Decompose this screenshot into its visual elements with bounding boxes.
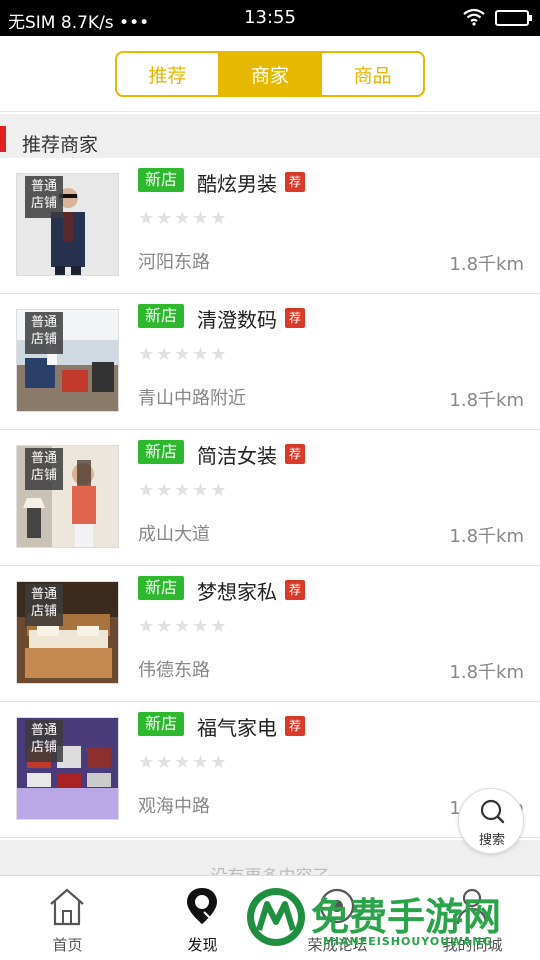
shop-address: 成山大道 [138, 524, 210, 545]
search-icon [479, 798, 505, 830]
shop-name: 简洁女装 [197, 444, 277, 468]
shop-type-badge: 普通店铺 [25, 176, 63, 218]
shop-name: 酷炫男装 [197, 172, 277, 196]
tab-recommend[interactable]: 推荐 [117, 53, 218, 95]
watermark: 免费手游网 MIANFEISHOUYOUWANG [245, 880, 540, 960]
new-shop-tag: 新店 [138, 168, 185, 192]
recommended-tag: 荐 [285, 580, 305, 600]
recommended-tag: 荐 [285, 308, 305, 328]
shop-address: 伟德东路 [138, 660, 210, 681]
shop-address: 河阳东路 [138, 252, 210, 273]
new-shop-tag: 新店 [138, 304, 185, 328]
watermark-title: 免费手游网 [311, 894, 502, 939]
rating-stars: ★★★★★ [138, 616, 229, 637]
search-button[interactable]: 搜索 [458, 788, 524, 854]
shop-list-item[interactable]: 普通店铺 新店 酷炫男装 荐 ★★★★★ 河阳东路 1.8千km [0, 158, 540, 294]
wifi-icon [462, 8, 486, 31]
shop-thumbnail: 普通店铺 [16, 581, 119, 684]
section-accent-bar [0, 126, 6, 152]
shop-name: 福气家电 [197, 716, 277, 740]
section-title: 推荐商家 [22, 134, 99, 156]
shop-distance: 1.8千km [449, 254, 524, 275]
segmented-control: 推荐 商家 商品 [115, 51, 425, 97]
shop-address: 青山中路附近 [138, 388, 246, 409]
section-header: 推荐商家 [0, 114, 540, 158]
shop-list-item[interactable]: 普通店铺 新店 简洁女装 荐 ★★★★★ 成山大道 1.8千km [0, 430, 540, 566]
recommended-tag: 荐 [285, 716, 305, 736]
tab-label: 首页 [52, 936, 83, 954]
shop-thumbnail: 普通店铺 [16, 717, 119, 820]
search-button-label: 搜索 [478, 833, 505, 848]
shop-name: 清澄数码 [197, 308, 277, 332]
tab-merchants[interactable]: 商家 [217, 53, 321, 95]
shop-thumbnail: 普通店铺 [16, 173, 119, 276]
new-shop-tag: 新店 [138, 576, 185, 600]
rating-stars: ★★★★★ [138, 480, 229, 501]
shop-distance: 1.8千km [449, 662, 524, 683]
shop-thumbnail: 普通店铺 [16, 445, 119, 548]
rating-stars: ★★★★★ [138, 344, 229, 365]
status-time: 13:55 [244, 7, 296, 28]
recommended-tag: 荐 [285, 172, 305, 192]
rating-stars: ★★★★★ [138, 752, 229, 773]
status-bar: 无SIM 8.7K/s ••• 13:55 [0, 0, 540, 36]
location-pin-icon [182, 884, 222, 932]
watermark-url: MIANFEISHOUYOUWANG [323, 935, 493, 948]
shop-distance: 1.8千km [449, 526, 524, 547]
watermark-logo-icon [245, 886, 307, 952]
shop-thumbnail: 普通店铺 [16, 309, 119, 412]
shop-list-item[interactable]: 普通店铺 新店 梦想家私 荐 ★★★★★ 伟德东路 1.8千km [0, 566, 540, 702]
rating-stars: ★★★★★ [138, 208, 229, 229]
new-shop-tag: 新店 [138, 712, 185, 736]
shop-list-item[interactable]: 普通店铺 新店 清澄数码 荐 ★★★★★ 青山中路附近 1.8千km [0, 294, 540, 430]
header: 推荐 商家 商品 [0, 36, 540, 112]
battery-icon [495, 10, 532, 26]
shop-name: 梦想家私 [197, 580, 277, 604]
tab-products[interactable]: 商品 [320, 53, 423, 95]
shop-list: 普通店铺 新店 酷炫男装 荐 ★★★★★ 河阳东路 1.8千km 普通店铺 新店… [0, 158, 540, 838]
shop-address: 观海中路 [138, 796, 210, 817]
recommended-tag: 荐 [285, 444, 305, 464]
shop-distance: 1.8千km [449, 390, 524, 411]
shop-type-badge: 普通店铺 [25, 720, 63, 762]
shop-type-badge: 普通店铺 [25, 312, 63, 354]
tab-home[interactable]: 首页 [0, 876, 135, 960]
new-shop-tag: 新店 [138, 440, 185, 464]
shop-type-badge: 普通店铺 [25, 584, 63, 626]
shop-type-badge: 普通店铺 [25, 448, 63, 490]
home-icon [47, 884, 87, 932]
